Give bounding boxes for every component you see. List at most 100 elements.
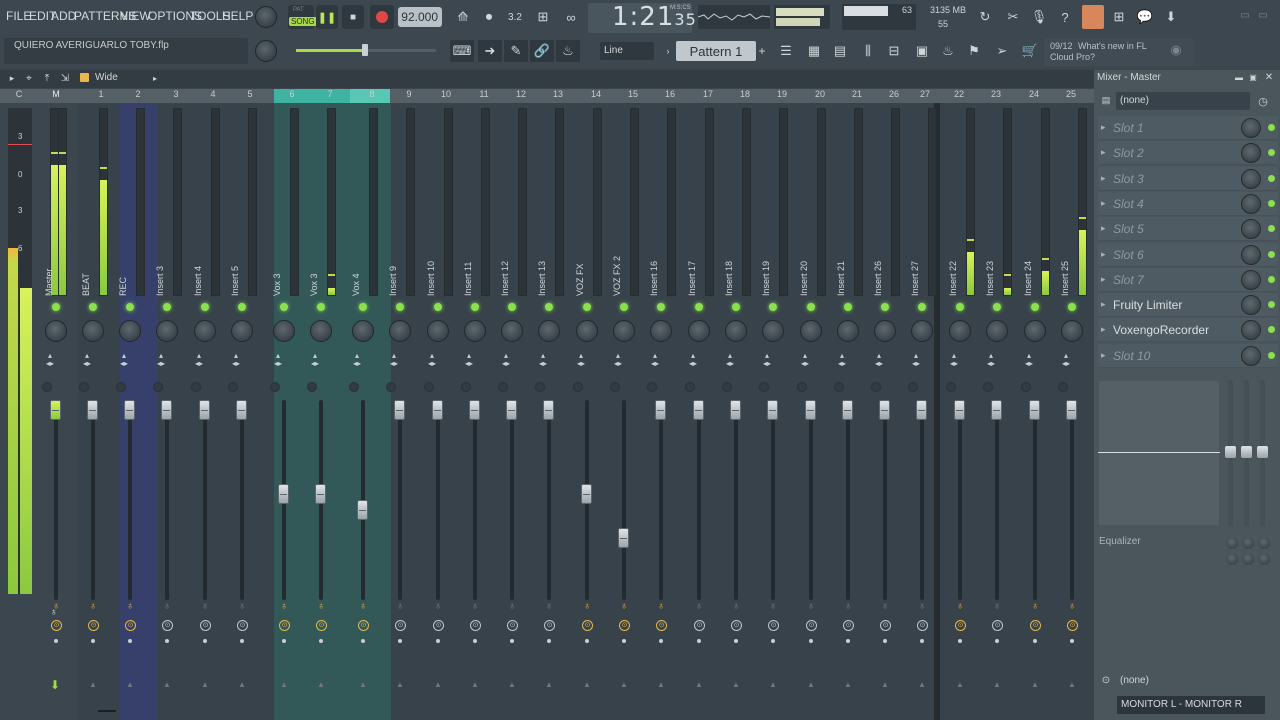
volume-fader[interactable] <box>693 400 704 420</box>
stereo-knob[interactable] <box>685 382 695 392</box>
volume-fader[interactable] <box>432 400 443 420</box>
slot-mix-knob[interactable] <box>1241 193 1261 214</box>
strip-dot[interactable] <box>1033 639 1037 643</box>
snap-select[interactable]: Line <box>600 42 654 60</box>
stereo-knob[interactable] <box>498 382 508 392</box>
send-icon[interactable]: ⊙ <box>843 620 854 631</box>
send-icon[interactable]: ⊙ <box>731 620 742 631</box>
eq-low-fader[interactable] <box>1225 446 1236 458</box>
prev-pattern-arrow[interactable]: › <box>662 42 674 60</box>
pan-knob[interactable] <box>464 320 486 342</box>
strip-dot[interactable] <box>659 639 663 643</box>
tempo-tap-icon[interactable]: ⚑ <box>962 40 986 62</box>
volume-fader[interactable] <box>954 400 965 420</box>
stereo-knob[interactable] <box>79 382 89 392</box>
send-icon[interactable]: ⊙ <box>1030 620 1041 631</box>
effect-slot[interactable]: ▸ Slot 3 <box>1098 166 1278 191</box>
volume-fader[interactable] <box>278 484 289 504</box>
fader-track[interactable] <box>128 400 132 600</box>
slot-arrow-icon[interactable]: ▸ <box>1101 122 1106 133</box>
route-icon[interactable]: ♁ <box>126 602 134 612</box>
send-icon[interactable]: ⊙ <box>237 620 248 631</box>
pan-knob[interactable] <box>119 320 141 342</box>
volume-fader[interactable] <box>581 484 592 504</box>
strip-name[interactable]: VOZ FX 2 <box>612 256 622 296</box>
slot-arrow-icon[interactable]: ▸ <box>1101 223 1106 234</box>
pan-knob[interactable] <box>837 320 859 342</box>
metronome-icon[interactable]: ⟰ <box>452 6 474 28</box>
stereo-knob[interactable] <box>1058 382 1068 392</box>
strip-name[interactable]: REC <box>118 277 128 296</box>
strip-name[interactable]: BEAT <box>81 273 91 296</box>
slot-enable-led[interactable] <box>1268 250 1275 258</box>
strip-name[interactable]: Insert 11 <box>463 262 473 296</box>
shop-icon[interactable]: 🛒 <box>1018 40 1042 62</box>
fader-track[interactable] <box>1070 400 1074 600</box>
stereo-separation-icon[interactable]: ▴ ◂▸ <box>651 352 659 368</box>
route-caret-icon[interactable]: ▲ <box>434 680 442 689</box>
slot-enable-led[interactable] <box>1268 301 1275 309</box>
mute-led[interactable] <box>732 303 740 311</box>
stamp-icon[interactable]: ♨ <box>556 40 580 62</box>
pan-knob[interactable] <box>156 320 178 342</box>
effect-slot[interactable]: ▸ VoxengoRecorder <box>1098 318 1278 343</box>
pan-knob[interactable] <box>650 320 672 342</box>
strip-dot[interactable] <box>622 639 626 643</box>
slot-arrow-icon[interactable]: ▸ <box>1101 198 1106 209</box>
volume-fader[interactable] <box>87 400 98 420</box>
send-icon[interactable]: ⊙ <box>694 620 705 631</box>
mute-led[interactable] <box>471 303 479 311</box>
strip-name[interactable]: Master <box>44 268 54 296</box>
slot-mix-knob[interactable] <box>1241 345 1261 366</box>
send-icon[interactable]: ⊙ <box>768 620 779 631</box>
pat-song-toggle[interactable]: PAT SONG <box>288 5 317 29</box>
mute-led[interactable] <box>695 303 703 311</box>
panel-minimize-icon[interactable]: ▬ <box>1234 72 1244 82</box>
fader-track[interactable] <box>473 400 477 600</box>
strip-dot[interactable] <box>473 639 477 643</box>
mute-led[interactable] <box>126 303 134 311</box>
effect-slot[interactable]: ▸ Fruity Limiter <box>1098 293 1278 318</box>
fader-track[interactable] <box>809 400 813 600</box>
step-edit-icon[interactable]: ⊞ <box>532 6 554 28</box>
strip-name[interactable]: Insert 17 <box>687 261 697 296</box>
eq-high-fader[interactable] <box>1257 446 1268 458</box>
send-icon[interactable]: ⊙ <box>582 620 593 631</box>
fader-track[interactable] <box>958 400 962 600</box>
route-caret-icon[interactable]: ▲ <box>881 680 889 689</box>
route-caret-icon[interactable]: ▲ <box>657 680 665 689</box>
mute-led[interactable] <box>508 303 516 311</box>
send-icon[interactable]: ⊙ <box>395 620 406 631</box>
stereo-separation-icon[interactable]: ▴ ◂▸ <box>987 352 995 368</box>
slot-enable-led[interactable] <box>1268 174 1275 182</box>
pan-knob[interactable] <box>389 320 411 342</box>
send-icon[interactable]: ⊙ <box>1067 620 1078 631</box>
mute-led[interactable] <box>1068 303 1076 311</box>
pan-knob[interactable] <box>538 320 560 342</box>
route-caret-icon[interactable]: ▲ <box>545 680 553 689</box>
fader-track[interactable] <box>771 400 775 600</box>
route-icon[interactable]: ♁ <box>769 602 777 612</box>
send-icon[interactable]: ⊙ <box>470 620 481 631</box>
slot-mix-knob[interactable] <box>1241 320 1261 341</box>
fader-track[interactable] <box>547 400 551 600</box>
mixer-icon[interactable]: ⫼ <box>856 40 880 62</box>
route-caret-icon[interactable]: ▲ <box>732 680 740 689</box>
mute-led[interactable] <box>89 303 97 311</box>
strip-dot[interactable] <box>319 639 323 643</box>
strip-dot[interactable] <box>91 639 95 643</box>
volume-fader[interactable] <box>1029 400 1040 420</box>
route-icon[interactable]: ♁ <box>993 602 1001 612</box>
preset-select[interactable]: (none) <box>1116 92 1250 110</box>
volume-fader[interactable] <box>543 400 554 420</box>
send-icon[interactable]: ⊙ <box>316 620 327 631</box>
mute-led[interactable] <box>52 303 60 311</box>
pan-knob[interactable] <box>613 320 635 342</box>
move-up-icon[interactable]: ⤒ <box>40 72 54 84</box>
route-icon[interactable]: ♁ <box>471 602 479 612</box>
route-icon[interactable]: ♁ <box>807 602 815 612</box>
slot-mix-knob[interactable] <box>1241 118 1261 138</box>
strip-dot[interactable] <box>436 639 440 643</box>
stereo-separation-icon[interactable]: ▴ ◂▸ <box>353 352 361 368</box>
wait-for-input-icon[interactable]: ⏺ <box>478 6 500 28</box>
